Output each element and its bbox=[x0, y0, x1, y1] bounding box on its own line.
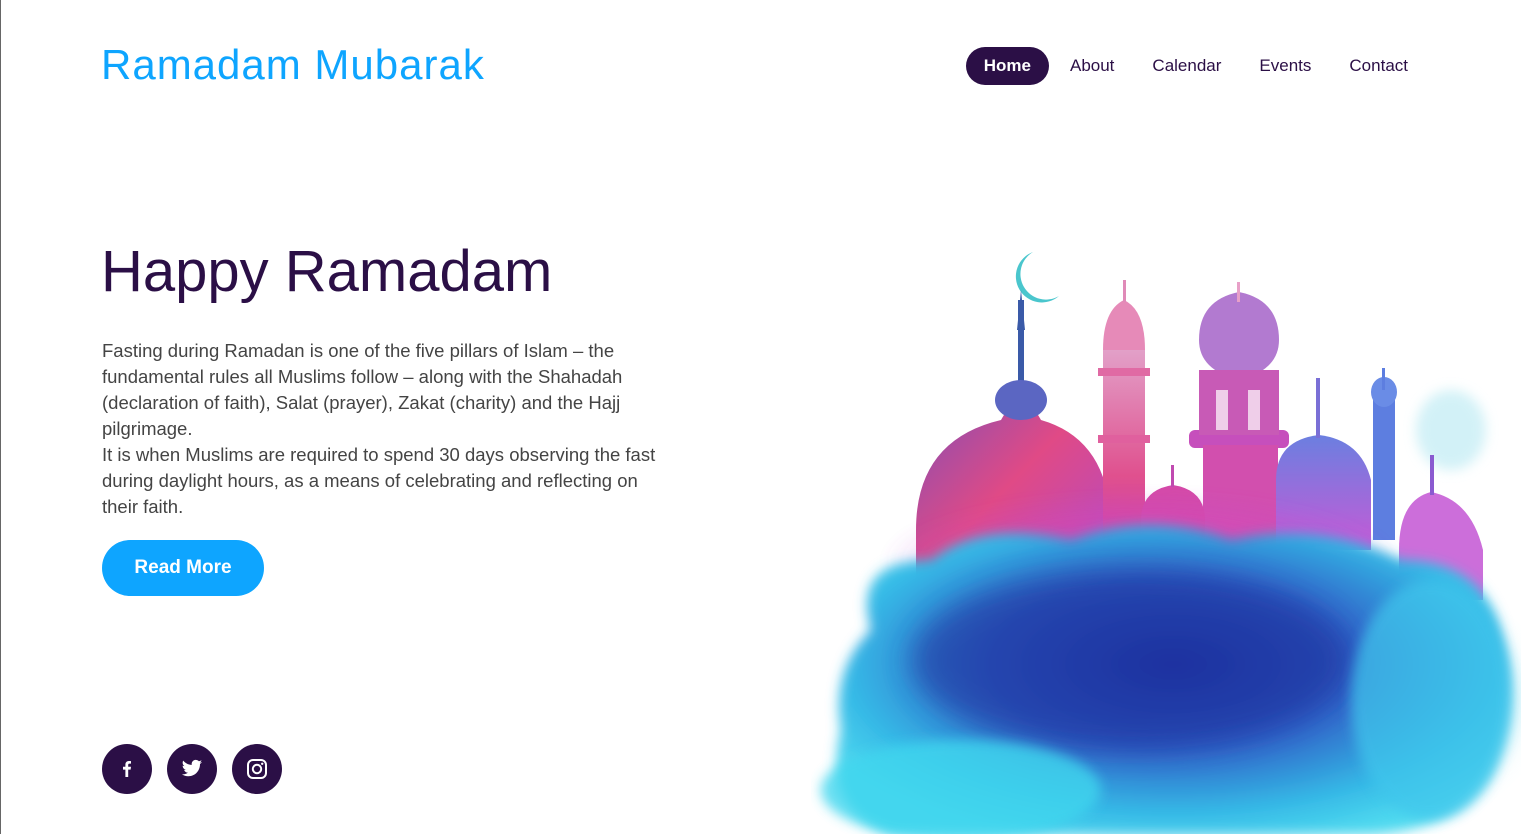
main-nav: Home About Calendar Events Contact bbox=[965, 47, 1425, 85]
nav-home[interactable]: Home bbox=[965, 47, 1049, 85]
facebook-button[interactable] bbox=[102, 744, 152, 794]
twitter-button[interactable] bbox=[167, 744, 217, 794]
hero-description: Fasting during Ramadan is one of the fiv… bbox=[102, 338, 662, 520]
hero-title: Happy Ramadam bbox=[101, 239, 553, 304]
nav-calendar[interactable]: Calendar bbox=[1135, 47, 1238, 85]
hero-paragraph-1: Fasting during Ramadan is one of the fiv… bbox=[102, 340, 623, 439]
nav-about[interactable]: About bbox=[1053, 47, 1131, 85]
instagram-button[interactable] bbox=[232, 744, 282, 794]
read-more-button[interactable]: Read More bbox=[102, 540, 264, 596]
mosque-watercolor-illustration bbox=[821, 252, 1521, 834]
social-links bbox=[102, 744, 282, 794]
nav-events[interactable]: Events bbox=[1242, 47, 1328, 85]
site-logo[interactable]: Ramadam Mubarak bbox=[101, 41, 485, 89]
hero-paragraph-2: It is when Muslims are required to spend… bbox=[102, 444, 656, 517]
instagram-icon bbox=[247, 759, 267, 779]
twitter-icon bbox=[181, 759, 203, 777]
facebook-icon bbox=[123, 761, 131, 777]
nav-contact[interactable]: Contact bbox=[1332, 47, 1425, 85]
